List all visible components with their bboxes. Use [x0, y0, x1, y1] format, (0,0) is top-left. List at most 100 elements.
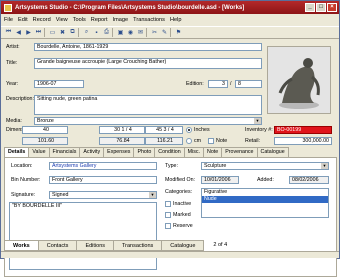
reserve-checkbox[interactable] [165, 223, 171, 229]
signature-type-value: Signed [52, 192, 69, 198]
bin-number-field[interactable]: Front Gallery [49, 176, 157, 184]
added-field: 08/02/2006 [289, 176, 329, 184]
menu-record[interactable]: Record [33, 17, 51, 23]
maximize-button[interactable]: □ [316, 3, 326, 12]
module-tab-works[interactable]: Works [4, 239, 39, 251]
year-label: Year: [6, 81, 19, 87]
toolbar-separator [146, 28, 149, 37]
menu-transactions[interactable]: Transactions [133, 17, 165, 23]
tab-catalogue[interactable]: Catalogue [256, 147, 289, 157]
dimension-height-cm: 101.60 [22, 137, 68, 145]
tab-photo[interactable]: Photo [133, 147, 156, 157]
delete-icon[interactable]: ✖ [58, 28, 67, 37]
edition-number-field[interactable]: 3 [208, 80, 228, 88]
media-value: Bronze [37, 118, 54, 124]
details-panel: Location: Artsystems Gallery Bin Number:… [4, 157, 337, 277]
pencil-icon[interactable]: ✎ [160, 28, 169, 37]
dimension-width-inches[interactable]: 30 1 / 4 [99, 126, 145, 134]
signature-text-field[interactable]: "BY BOURDELLE III" [9, 202, 157, 270]
type-value: Sculpture [204, 163, 227, 169]
tab-activity[interactable]: Activity [79, 147, 105, 157]
dimension-height-inches[interactable]: 40 [22, 126, 68, 134]
menu-image[interactable]: Image [113, 17, 129, 23]
inactive-checkbox[interactable] [165, 201, 171, 207]
marked-label: Marked [173, 212, 191, 218]
inventory-label: Inventory #: [245, 127, 273, 133]
toolbar-separator [44, 28, 47, 37]
chevron-down-icon[interactable]: ▼ [149, 192, 156, 198]
marked-checkbox[interactable] [165, 212, 171, 218]
record-counter: 2 of 4 [213, 242, 228, 248]
menu-file[interactable]: File [4, 17, 13, 23]
title-field[interactable]: Grande baigneuse accroupie (Large Crouch… [34, 58, 262, 69]
detail-tabs: Details Value Financials Activity Expenses Ph… [4, 147, 337, 158]
module-tab-transactions[interactable]: Transactions [113, 239, 163, 251]
tab-financials[interactable]: Financials [48, 147, 81, 157]
minimize-button[interactable]: _ [305, 3, 315, 12]
units-inches-label: Inches [194, 127, 210, 133]
print-icon[interactable]: ⎙ [102, 28, 111, 37]
retail-label: Retail: [245, 138, 261, 144]
close-button[interactable]: × [327, 3, 337, 12]
tools-icon[interactable]: ✂ [150, 28, 159, 37]
prev-icon[interactable]: ◀ [14, 28, 23, 37]
tab-expenses[interactable]: Expenses [103, 147, 135, 157]
app-window: Artsystems Studio - C:\Program Files\Art… [0, 0, 340, 277]
chevron-down-icon[interactable]: ▼ [321, 163, 328, 169]
new-icon[interactable]: ▭ [48, 28, 57, 37]
dimension-depth-inches[interactable]: 45 3 / 4 [145, 126, 183, 134]
tab-value[interactable]: Value [28, 147, 50, 157]
tab-note[interactable]: Note [203, 147, 223, 157]
globe-icon[interactable]: ◉ [126, 28, 135, 37]
tag-icon[interactable]: ⚑ [174, 28, 183, 37]
menu-help[interactable]: Help [170, 17, 182, 23]
year-field[interactable]: 1906-07 [34, 80, 84, 88]
categories-label: Categories: [165, 189, 193, 195]
description-label: Description: [6, 96, 34, 102]
tab-condition[interactable]: Condition [154, 147, 185, 157]
module-tab-catalogue[interactable]: Catalogue [161, 239, 205, 251]
description-field[interactable]: Sitting nude, green patina [34, 95, 262, 115]
tab-misc[interactable]: Misc. [183, 147, 205, 157]
menu-bar: File Edit Record View Tools Report Image… [1, 15, 339, 25]
edition-label: Edition: [186, 81, 204, 87]
location-field[interactable]: Artsystems Gallery [49, 162, 157, 170]
edition-separator: / [230, 81, 232, 87]
first-icon[interactable]: ⏮ [4, 28, 13, 37]
inventory-field[interactable]: BO-00199 [274, 126, 332, 134]
chevron-down-icon[interactable]: ▼ [254, 118, 261, 124]
type-select[interactable]: Sculpture ▼ [201, 162, 329, 170]
modified-on-field: 10/01/2006 [201, 176, 239, 184]
app-icon [4, 3, 12, 12]
categories-list[interactable]: Figurative Nude [201, 188, 329, 218]
artwork-photo[interactable] [267, 46, 331, 114]
toolbar: ⏮ ◀ ▶ ⏭ ▭ ✖ ⧉ ⌕ ▪ ⎙ ▣ ◉ ✉ ✂ ✎ ⚑ [1, 26, 339, 39]
edition-of-field[interactable]: 8 [235, 80, 262, 88]
title-label: Title: [6, 60, 18, 66]
category-item[interactable]: Nude [202, 196, 328, 203]
note-checkbox[interactable] [208, 138, 214, 144]
units-inches-radio[interactable] [186, 127, 192, 133]
last-icon[interactable]: ⏭ [34, 28, 43, 37]
menu-edit[interactable]: Edit [18, 17, 28, 23]
media-field[interactable]: Bronze ▼ [34, 117, 262, 125]
find-icon[interactable]: ⌕ [82, 28, 91, 37]
signature-type-select[interactable]: Signed ▼ [49, 191, 157, 199]
next-icon[interactable]: ▶ [24, 28, 33, 37]
menu-report[interactable]: Report [91, 17, 108, 23]
menu-view[interactable]: View [56, 17, 68, 23]
artist-field[interactable]: Bourdelle, Antoine, 1861-1929 [34, 43, 262, 51]
module-tab-contacts[interactable]: Contacts [37, 239, 78, 251]
module-tab-editions[interactable]: Editions [76, 239, 115, 251]
retail-field[interactable]: 300,000.00 [274, 137, 332, 145]
save-icon[interactable]: ▪ [92, 28, 101, 37]
added-label: Added: [257, 177, 274, 183]
menu-tools[interactable]: Tools [73, 17, 86, 23]
status-bar [1, 251, 339, 258]
image-icon[interactable]: ▣ [116, 28, 125, 37]
category-item[interactable]: Figurative [202, 189, 328, 196]
units-cm-radio[interactable] [186, 138, 192, 144]
email-icon[interactable]: ✉ [136, 28, 145, 37]
tab-provenance[interactable]: Provenance [221, 147, 258, 157]
duplicate-icon[interactable]: ⧉ [68, 28, 77, 37]
